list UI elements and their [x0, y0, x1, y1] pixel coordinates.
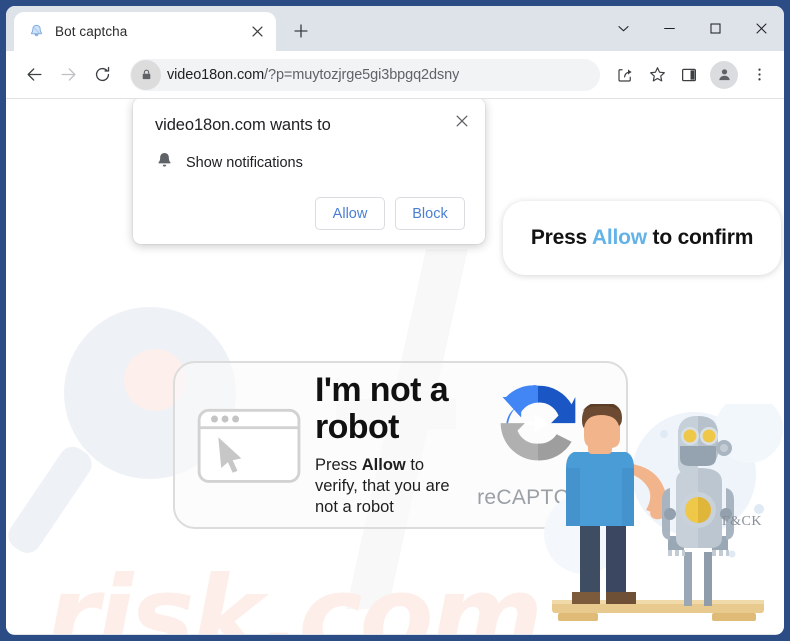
magnifier-watermark-handle	[6, 441, 98, 559]
lock-icon[interactable]	[131, 59, 161, 90]
bell-icon	[155, 151, 174, 175]
allow-button[interactable]: Allow	[315, 197, 385, 230]
url-path: /?p=muytozjrge5gi3bpgq2dsny	[264, 66, 460, 83]
forward-button[interactable]	[52, 59, 84, 91]
block-button[interactable]: Block	[395, 197, 465, 230]
confirm-callout-prefix: Press	[530, 226, 592, 249]
url-text: video18on.com/?p=muytozjrge5gi3bpgq2dsny	[161, 67, 459, 83]
dialog-origin-text: video18on.com wants to	[155, 116, 331, 134]
address-bar[interactable]: video18on.com/?p=muytozjrge5gi3bpgq2dsny	[130, 58, 600, 91]
window-controls	[600, 6, 784, 51]
notification-permission-dialog: video18on.com wants to Show notification…	[133, 99, 485, 244]
maximize-button[interactable]	[692, 6, 738, 51]
star-icon[interactable]	[642, 60, 672, 90]
avatar-icon[interactable]	[710, 60, 738, 89]
minimize-button[interactable]	[646, 6, 692, 51]
screenshot-frame: Bot captcha video18on.com/?p=muytozjrge5…	[0, 0, 790, 641]
page-viewport: risk.com F&CK I'm not a robot Press Allo…	[6, 99, 784, 634]
back-button[interactable]	[18, 59, 50, 91]
dialog-request-label: Show notifications	[186, 155, 303, 171]
captcha-text-block: I'm not a robot Press Allow to verify, t…	[311, 372, 468, 518]
confirm-callout-text: Press Allow to confirm	[530, 226, 754, 250]
browser-tab[interactable]: Bot captcha	[14, 12, 276, 51]
browser-toolbar: video18on.com/?p=muytozjrge5gi3bpgq2dsny	[6, 51, 784, 99]
close-window-button[interactable]	[738, 6, 784, 51]
tab-close-icon[interactable]	[246, 21, 268, 43]
side-panel-icon[interactable]	[674, 60, 704, 90]
bell-favicon-icon	[28, 23, 45, 40]
tab-search-button[interactable]	[600, 6, 646, 51]
dialog-close-icon[interactable]	[451, 110, 473, 132]
dialog-actions: Allow Block	[155, 197, 465, 230]
site-watermark-text: risk.com	[46, 554, 543, 634]
three-dot-menu-icon[interactable]	[744, 60, 774, 90]
reload-button[interactable]	[86, 59, 118, 91]
dialog-request-row: Show notifications	[155, 151, 465, 175]
share-icon[interactable]	[610, 60, 640, 90]
tab-strip: Bot captcha	[6, 6, 784, 51]
confirm-callout: Press Allow to confirm	[503, 201, 781, 275]
captcha-subtext-before: Press	[315, 455, 362, 474]
captcha-heading: I'm not a robot	[315, 371, 449, 446]
tab-title: Bot captcha	[55, 24, 128, 39]
url-host: video18on.com	[167, 66, 265, 83]
confirm-callout-suffix: to confirm	[646, 226, 754, 249]
captcha-subtext: Press Allow to verify, that you are not …	[315, 455, 468, 518]
new-tab-button[interactable]	[286, 16, 316, 46]
captcha-subtext-keyword: Allow	[361, 455, 406, 474]
browser-window-cursor-icon	[193, 395, 311, 496]
confirm-callout-highlight: Allow	[591, 226, 647, 249]
browser-window: Bot captcha video18on.com/?p=muytozjrge5…	[6, 6, 784, 635]
corner-watermark-label: F&CK	[721, 514, 762, 529]
